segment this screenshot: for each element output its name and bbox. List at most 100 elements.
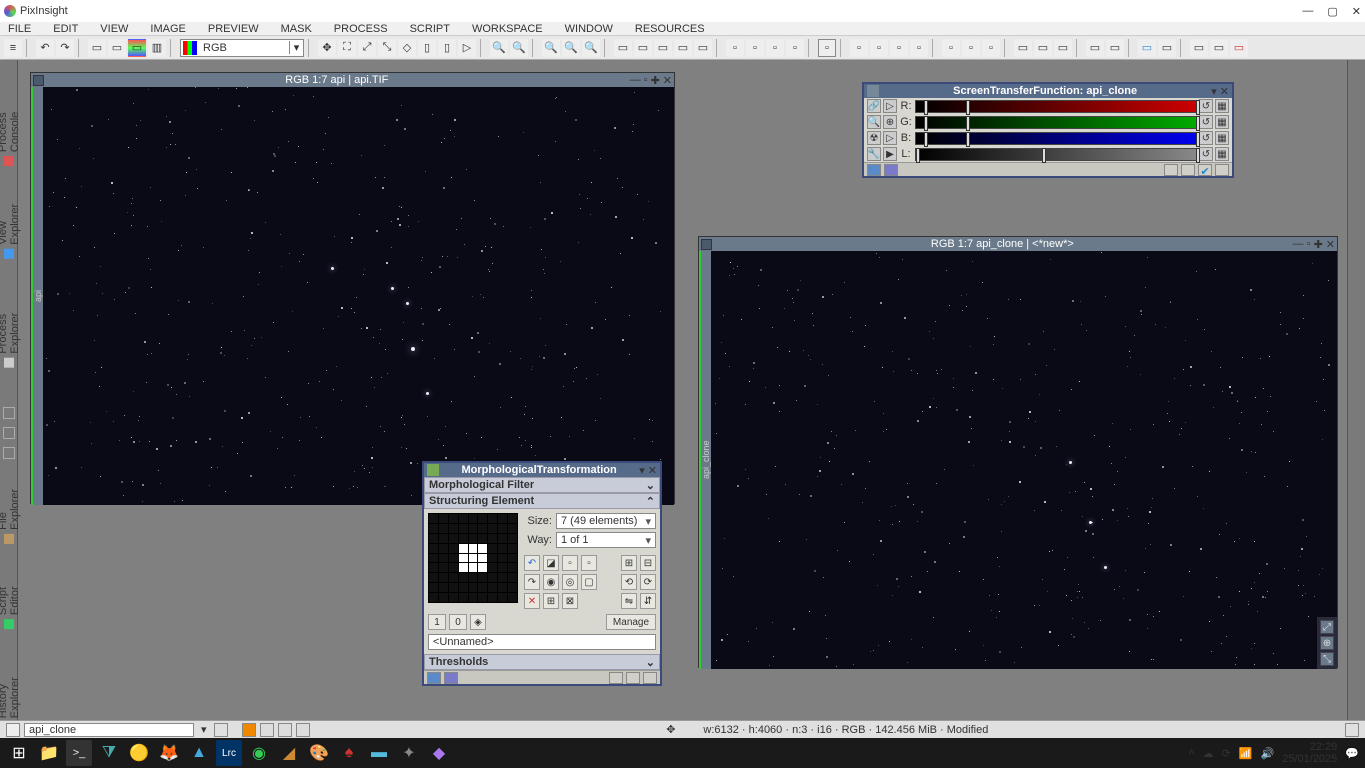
undo-icon[interactable]: ↶ [36, 39, 54, 57]
stf-tool-icon[interactable]: ▷ [883, 99, 897, 113]
action-icon[interactable]: ▫ [818, 39, 836, 57]
shade-icon[interactable]: ▾ [1211, 85, 1217, 98]
apply-icon[interactable] [867, 164, 881, 176]
menu-preview[interactable]: PREVIEW [208, 23, 259, 35]
reset-icon[interactable] [643, 672, 657, 684]
menu-icon[interactable]: ≡ [4, 39, 22, 57]
scroll-tool-icon[interactable]: ⤢ [1320, 620, 1334, 634]
pointer-icon[interactable]: ▷ [458, 39, 476, 57]
set-icon[interactable]: ▫ [581, 555, 597, 571]
tray-sync-icon[interactable]: ⟳ [1222, 747, 1231, 760]
app-icon[interactable]: 🎨 [306, 740, 332, 766]
rot-icon[interactable]: ⟲ [621, 574, 637, 590]
new-icon[interactable] [626, 672, 640, 684]
tray-clock[interactable]: 22:2925/01/2025 [1282, 741, 1337, 765]
tray-wifi-icon[interactable]: 📶 [1239, 747, 1253, 760]
tool-icon[interactable]: ⤡ [378, 39, 396, 57]
action-icon[interactable]: ▫ [746, 39, 764, 57]
action-icon[interactable]: ▫ [766, 39, 784, 57]
tab-process-console[interactable]: Process Console [0, 64, 23, 172]
action-icon[interactable]: ▫ [786, 39, 804, 57]
stf-tool-icon[interactable]: 🔗 [867, 99, 881, 113]
app-icon[interactable]: ◢ [276, 740, 302, 766]
win-max-icon[interactable]: ✚ [651, 74, 660, 87]
close-button[interactable]: ✕ [1352, 5, 1361, 18]
stf-opt-icon[interactable]: ▦ [1215, 115, 1229, 129]
panel-icon[interactable]: ▭ [1034, 39, 1052, 57]
stf-tool-icon[interactable]: ▶ [883, 147, 897, 161]
start-icon[interactable]: ⊞ [6, 740, 32, 766]
stf-slider[interactable] [915, 132, 1197, 145]
apply-global-icon[interactable] [444, 672, 458, 684]
tab-process-explorer[interactable]: Process Explorer [0, 265, 23, 374]
status-icon[interactable] [214, 723, 228, 737]
menu-resources[interactable]: RESOURCES [635, 23, 705, 35]
new-icon[interactable] [1181, 164, 1195, 176]
tool-icon[interactable]: ▯ [418, 39, 436, 57]
stf-reset-icon[interactable]: ↺ [1199, 147, 1213, 161]
zoom-out-icon[interactable]: 🔍 [510, 39, 528, 57]
tray-chevron-icon[interactable]: ˄ [1188, 747, 1194, 759]
stf-slider[interactable] [915, 100, 1197, 113]
window-icon[interactable]: ▭ [694, 39, 712, 57]
menu-window[interactable]: WINDOW [565, 23, 613, 35]
panel-icon[interactable]: ▭ [1054, 39, 1072, 57]
tab-view-explorer[interactable]: View Explorer [0, 172, 23, 265]
move-icon[interactable]: ✥ [318, 39, 336, 57]
monitor-icon[interactable]: ▭ [1138, 39, 1156, 57]
view-selector[interactable]: api_clone [24, 723, 194, 737]
win-close-icon[interactable]: ✕ [1326, 238, 1335, 251]
stf-opt-icon[interactable]: ▦ [1215, 131, 1229, 145]
image-window-api-clone[interactable]: RGB 1:7 api_clone | <*new*> — ▫ ✚ ✕ api_… [698, 236, 1338, 668]
status-swatch[interactable] [260, 723, 274, 737]
window-icon[interactable]: ▭ [614, 39, 632, 57]
zoom-icon[interactable]: 🔍 [562, 39, 580, 57]
stf-tool-icon[interactable]: ▷ [883, 131, 897, 145]
tray-volume-icon[interactable]: 🔊 [1261, 747, 1275, 760]
win-min-icon[interactable]: — [1293, 238, 1304, 251]
morph-dialog[interactable]: MorphologicalTransformation ▾✕ Morpholog… [422, 461, 662, 686]
action-icon[interactable]: ▫ [962, 39, 980, 57]
zoom-in-icon[interactable]: 🔍 [490, 39, 508, 57]
add-icon[interactable]: ⊞ [621, 555, 637, 571]
menu-process[interactable]: PROCESS [334, 23, 388, 35]
scroll-tool-icon[interactable]: ⤡ [1320, 652, 1334, 666]
scroll-tool-icon[interactable]: ⊕ [1320, 636, 1334, 650]
win-rest-icon[interactable]: ▫ [1307, 238, 1311, 251]
stf-reset-icon[interactable]: ↺ [1199, 99, 1213, 113]
image-window-api[interactable]: RGB 1:7 api | api.TIF — ▫ ✚ ✕ api [30, 72, 675, 504]
name-field[interactable]: <Unnamed> [428, 634, 656, 650]
sidebar-icon[interactable] [3, 447, 15, 459]
flip-icon[interactable]: ⇋ [621, 593, 637, 609]
stf-tool-icon[interactable]: 🔧 [867, 147, 881, 161]
x-icon[interactable]: ⊠ [562, 593, 578, 609]
action-icon[interactable]: ▫ [870, 39, 888, 57]
zoom-icon[interactable]: 🔍 [542, 39, 560, 57]
app-icon[interactable]: ▬ [366, 740, 392, 766]
lightroom-icon[interactable]: Lrc [216, 740, 242, 766]
close-icon[interactable]: ✕ [1220, 85, 1229, 98]
section-thresholds[interactable]: Thresholds⌄ [424, 654, 660, 670]
app-icon[interactable]: ♠ [336, 740, 362, 766]
window-icon[interactable]: ▭ [654, 39, 672, 57]
win-max-icon[interactable]: ✚ [1314, 238, 1323, 251]
action-icon[interactable]: ▫ [890, 39, 908, 57]
fit-icon[interactable]: ⛶ [338, 39, 356, 57]
terminal-icon[interactable]: >_ [66, 740, 92, 766]
tray-notif-icon[interactable]: 💬 [1345, 747, 1359, 760]
status-icon[interactable] [6, 723, 20, 737]
structuring-grid[interactable] [428, 513, 518, 603]
tool-icon[interactable]: ▭ [128, 39, 146, 57]
minimize-button[interactable]: — [1302, 5, 1313, 18]
clear-icon[interactable]: ✕ [524, 593, 540, 609]
explorer-icon[interactable]: 📁 [36, 740, 62, 766]
stf-opt-icon[interactable]: ▦ [1215, 99, 1229, 113]
redo-icon[interactable]: ↷ [56, 39, 74, 57]
panel-icon[interactable]: ▭ [1014, 39, 1032, 57]
sq-icon[interactable]: ▢ [581, 574, 597, 590]
plus-icon[interactable]: ⊞ [543, 593, 559, 609]
app-icon[interactable]: ▲ [186, 740, 212, 766]
menu-view[interactable]: VIEW [100, 23, 128, 35]
panel-icon[interactable]: ▭ [1086, 39, 1104, 57]
win-rest-icon[interactable]: ▫ [644, 74, 648, 87]
